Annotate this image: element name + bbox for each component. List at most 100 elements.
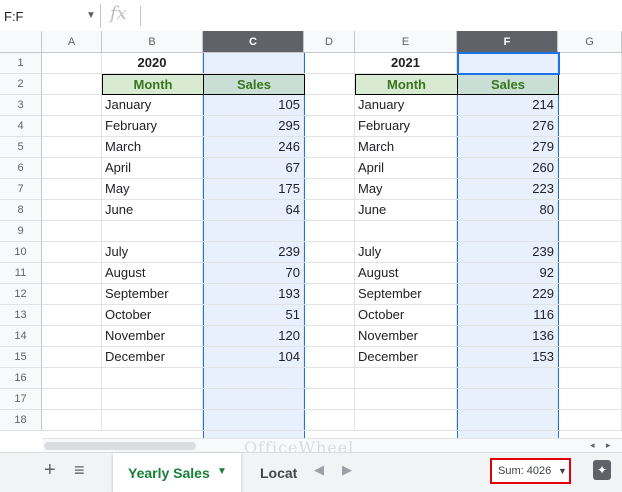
month-cell[interactable]: October (355, 305, 457, 326)
month-cell[interactable] (355, 221, 457, 242)
grid-cell[interactable] (42, 305, 102, 326)
month-cell[interactable]: July (355, 242, 457, 263)
chevron-down-icon[interactable]: ▼ (86, 10, 96, 21)
grid-cell[interactable] (42, 221, 102, 242)
row-header[interactable]: 16 (0, 368, 42, 389)
chevron-down-icon[interactable]: ▼ (217, 466, 227, 477)
row-header[interactable]: 7 (0, 179, 42, 200)
grid-cell[interactable] (558, 368, 622, 389)
sales-cell[interactable]: 51 (203, 305, 304, 326)
month-cell[interactable]: December (102, 347, 203, 368)
column-header[interactable]: E (355, 31, 457, 53)
month-cell[interactable]: June (355, 200, 457, 221)
sales-cell[interactable]: 175 (203, 179, 304, 200)
row-header[interactable]: 2 (0, 74, 42, 95)
sales-cell[interactable]: 246 (203, 137, 304, 158)
grid-cell[interactable] (203, 389, 304, 410)
grid-cell[interactable] (102, 368, 203, 389)
row-header[interactable]: 12 (0, 284, 42, 305)
grid-cell[interactable] (304, 74, 355, 95)
scrollbar-thumb[interactable] (44, 442, 196, 450)
grid-cell[interactable] (42, 53, 102, 74)
month-cell[interactable]: July (102, 242, 203, 263)
grid-cell[interactable] (304, 221, 355, 242)
grid-cell[interactable] (558, 158, 622, 179)
grid-cell[interactable] (304, 305, 355, 326)
month-cell[interactable]: March (355, 137, 457, 158)
row-header[interactable]: 6 (0, 158, 42, 179)
sum-indicator[interactable]: Sum: 4026 ▼ (490, 458, 571, 484)
chevron-down-icon[interactable]: ▼ (558, 466, 567, 476)
month-cell[interactable]: November (355, 326, 457, 347)
sales-cell[interactable]: 105 (203, 95, 304, 116)
tab-yearly-sales[interactable]: Yearly Sales ▼ (113, 453, 241, 492)
sales-cell[interactable]: 295 (203, 116, 304, 137)
grid-cell[interactable] (304, 158, 355, 179)
active-cell-f1[interactable] (457, 52, 560, 75)
grid-cell[interactable] (42, 326, 102, 347)
tab-scroll-right-icon[interactable]: ▶ (342, 462, 352, 478)
column-header[interactable]: C (203, 31, 304, 53)
sales-cell[interactable]: 120 (203, 326, 304, 347)
tab-location[interactable]: Locat (260, 465, 297, 481)
explore-icon[interactable]: ✦ (593, 460, 611, 480)
sum-value[interactable]: Sum: 4026 (498, 465, 551, 477)
grid-cell[interactable] (558, 137, 622, 158)
grid-cell[interactable] (42, 74, 102, 95)
month-cell[interactable]: September (355, 284, 457, 305)
row-header[interactable]: 15 (0, 347, 42, 368)
grid-cell[interactable] (355, 410, 457, 431)
sales-cell[interactable]: 116 (457, 305, 558, 326)
grid-cell[interactable] (304, 326, 355, 347)
grid-cell[interactable] (42, 410, 102, 431)
month-cell[interactable]: March (102, 137, 203, 158)
row-header[interactable]: 13 (0, 305, 42, 326)
grid-cell[interactable] (304, 368, 355, 389)
column-header[interactable]: G (558, 31, 622, 53)
sales-cell[interactable]: 239 (457, 242, 558, 263)
month-cell[interactable]: April (355, 158, 457, 179)
month-cell[interactable] (102, 221, 203, 242)
grid-cell[interactable] (558, 284, 622, 305)
grid-cell[interactable] (304, 347, 355, 368)
grid-cell[interactable] (304, 116, 355, 137)
column-header[interactable]: A (42, 31, 102, 53)
grid-cell[interactable] (558, 410, 622, 431)
sales-cell[interactable]: 64 (203, 200, 304, 221)
all-sheets-button[interactable]: ≡ (74, 460, 85, 481)
row-header[interactable]: 17 (0, 389, 42, 410)
grid-cell[interactable] (355, 368, 457, 389)
grid-cell[interactable] (42, 116, 102, 137)
grid-cell[interactable] (203, 53, 304, 74)
grid-cell[interactable] (457, 410, 558, 431)
sales-cell[interactable]: 80 (457, 200, 558, 221)
grid-cell[interactable] (558, 326, 622, 347)
sales-cell[interactable]: 279 (457, 137, 558, 158)
month-cell[interactable]: May (355, 179, 457, 200)
grid-cell[interactable] (558, 53, 622, 74)
row-header[interactable]: 1 (0, 53, 42, 74)
grid-cell[interactable] (42, 137, 102, 158)
sales-cell[interactable]: 214 (457, 95, 558, 116)
grid-cell[interactable] (304, 410, 355, 431)
month-cell[interactable]: August (355, 263, 457, 284)
grid-cell[interactable] (42, 95, 102, 116)
grid-cell[interactable] (304, 284, 355, 305)
sales-cell[interactable]: 70 (203, 263, 304, 284)
grid-cell[interactable] (558, 263, 622, 284)
grid-cell[interactable] (558, 221, 622, 242)
row-header[interactable]: 3 (0, 95, 42, 116)
row-header[interactable]: 8 (0, 200, 42, 221)
name-box[interactable]: F:F ▼ (0, 4, 101, 28)
grid-cell[interactable] (203, 368, 304, 389)
column-header[interactable]: F (457, 31, 558, 53)
row-header[interactable]: 18 (0, 410, 42, 431)
grid-cell[interactable] (42, 179, 102, 200)
sales-cell[interactable]: 92 (457, 263, 558, 284)
sales-cell[interactable]: 223 (457, 179, 558, 200)
column-header[interactable]: D (304, 31, 355, 53)
grid-cell[interactable] (558, 347, 622, 368)
grid-cell[interactable] (558, 116, 622, 137)
month-cell[interactable]: August (102, 263, 203, 284)
row-header[interactable]: 5 (0, 137, 42, 158)
